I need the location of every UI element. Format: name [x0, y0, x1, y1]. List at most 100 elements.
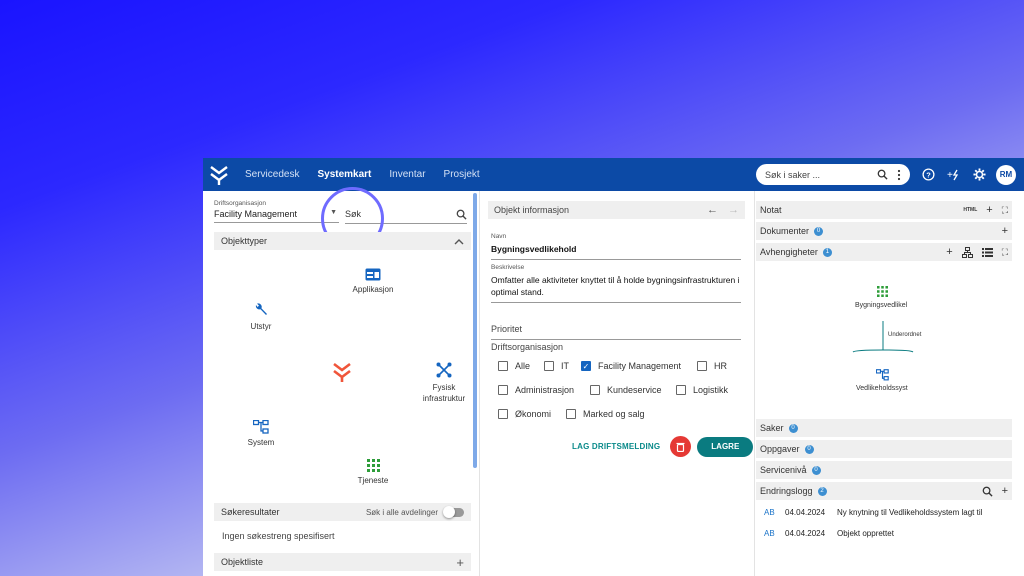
nav-systemkart[interactable]: Systemkart — [317, 169, 371, 180]
log-text: Ny knytning til Vedlikeholdssystem lagt … — [837, 508, 983, 517]
html-icon[interactable]: HTML — [963, 207, 977, 213]
service-node-icon[interactable] — [877, 286, 888, 297]
arrow-forward-icon[interactable]: → — [728, 204, 739, 216]
checkbox-marked-og-salg[interactable]: Marked og salg — [566, 409, 645, 419]
cases-header: Saker 0 — [756, 419, 1012, 437]
arrow-back-icon[interactable]: ← — [707, 204, 718, 216]
add-icon[interactable]: + — [1002, 225, 1008, 237]
add-icon[interactable]: + — [946, 246, 952, 258]
checkbox-label: Facility Management — [598, 361, 682, 371]
log-initials: AB — [764, 508, 775, 517]
search-all-toggle[interactable] — [443, 505, 464, 518]
add-icon[interactable]: + — [1002, 485, 1008, 497]
log-row: AB 04.04.2024 Objekt opprettet — [764, 529, 894, 538]
checkbox-label: Økonomi — [515, 409, 552, 419]
more-vert-icon[interactable] — [894, 169, 904, 181]
log-text: Objekt opprettet — [837, 529, 894, 538]
priority-field[interactable]: Prioritet — [491, 320, 741, 340]
logo-icon[interactable] — [209, 164, 229, 186]
checkbox-it[interactable]: IT — [544, 361, 569, 371]
graph-node-top[interactable]: Bygningsvedlikel — [855, 302, 907, 309]
search-icon[interactable] — [456, 209, 467, 220]
checkbox-box[interactable] — [544, 361, 554, 371]
log-row: AB 04.04.2024 Ny knytning til Vedlikehol… — [764, 508, 982, 517]
dropdown-arrow-icon[interactable]: ▼ — [330, 209, 337, 219]
objecttype-label: System — [247, 438, 275, 447]
no-results-text: Ingen søkestreng spesifisert — [222, 531, 335, 541]
nav-prosjekt[interactable]: Prosjekt — [444, 169, 480, 180]
brand-center-icon — [333, 362, 351, 382]
description-value: Omfatter alle aktiviteter knyttet til å … — [491, 274, 741, 303]
checkbox-administrasjon[interactable]: Administrasjon — [498, 385, 574, 395]
checkbox-okonomi[interactable]: Økonomi — [498, 409, 551, 419]
object-info-header: Objekt informasjon ← → — [488, 201, 745, 219]
tasks-title: Oppgaver — [760, 444, 800, 454]
objectlist-title: Objektliste — [221, 557, 264, 567]
svg-text:+: + — [947, 170, 953, 181]
app-window: Servicedesk Systemkart Inventar Prosjekt… — [203, 158, 1024, 576]
tasks-header: Oppgaver 0 — [756, 440, 1012, 458]
checkbox-alle[interactable]: Alle — [498, 361, 530, 371]
description-field[interactable]: Beskrivelse Omfatter alle aktiviteter kn… — [491, 264, 741, 303]
dependencies-count-badge: 1 — [822, 247, 832, 257]
fullscreen-icon[interactable]: ⛶ — [1002, 247, 1008, 258]
objecttype-application[interactable]: Applikasjon — [348, 268, 398, 294]
delete-button[interactable] — [670, 436, 692, 457]
search-icon[interactable] — [877, 169, 888, 180]
fullscreen-icon[interactable]: ⛶ — [1002, 205, 1008, 216]
objecttype-physical-infrastructure[interactable]: Fysisk infrastruktur — [419, 362, 469, 404]
grid-icon — [366, 459, 380, 472]
checkbox-facility-management[interactable]: ✓ Facility Management — [581, 361, 681, 371]
tree-view-icon[interactable] — [961, 246, 973, 258]
checkmark-icon[interactable]: ✓ — [581, 361, 591, 371]
checkbox-label: HR — [714, 361, 727, 371]
save-button[interactable]: LAGRE — [697, 436, 754, 457]
add-icon[interactable]: + — [456, 555, 464, 570]
object-search-input[interactable]: Søk — [345, 209, 467, 224]
add-link-icon[interactable]: + — [947, 168, 961, 181]
help-icon[interactable]: ? — [922, 168, 935, 181]
chevron-up-icon[interactable] — [454, 238, 464, 245]
org-select-value-row: Facility Management ▼ — [214, 209, 339, 223]
create-incident-button[interactable]: LAG DRIFTSMELDING — [572, 442, 660, 451]
object-search-placeholder: Søk — [345, 209, 362, 219]
dependencies-header: Avhengigheter 1 + ⛶ — [756, 243, 1012, 261]
name-field[interactable]: Navn Bygningsvedlikehold — [491, 233, 741, 260]
search-all-row: Søk i alle avdelinger — [366, 505, 464, 518]
user-avatar[interactable]: RM — [996, 164, 1016, 185]
nav-servicedesk[interactable]: Servicedesk — [245, 169, 299, 180]
list-view-icon[interactable] — [981, 247, 993, 257]
checkbox-box[interactable] — [676, 385, 686, 395]
search-icon[interactable] — [982, 486, 993, 497]
checkbox-box[interactable] — [590, 385, 600, 395]
org-checkbox-label: Driftsorganisasjon — [491, 342, 564, 352]
graph-node-bottom[interactable]: Vedlikeholdssyst — [856, 385, 908, 392]
nav-inventar[interactable]: Inventar — [389, 169, 425, 180]
checkbox-box[interactable] — [498, 361, 508, 371]
notat-title: Notat — [760, 205, 782, 215]
settings-gear-icon[interactable] — [973, 168, 986, 181]
log-initials: AB — [764, 529, 775, 538]
system-node-icon[interactable] — [876, 369, 889, 381]
objecttype-service[interactable]: Tjeneste — [352, 459, 394, 485]
objecttype-equipment[interactable]: Utstyr — [241, 302, 281, 331]
object-info-panel: Objekt informasjon ← → Navn Bygningsvedl… — [480, 191, 755, 576]
left-scrollbar[interactable] — [473, 193, 477, 468]
objecttype-system[interactable]: System — [239, 420, 283, 447]
objecttypes-header[interactable]: Objekttyper — [214, 232, 471, 250]
checkbox-box[interactable] — [566, 409, 576, 419]
checkbox-box[interactable] — [498, 385, 508, 395]
case-search-input[interactable]: Søk i saker ... — [756, 164, 910, 185]
checkbox-kundeservice[interactable]: Kundeservice — [590, 385, 662, 395]
checkbox-logistikk[interactable]: Logistikk — [676, 385, 728, 395]
documents-count-badge: 0 — [814, 226, 824, 236]
checkbox-hr[interactable]: HR — [697, 361, 727, 371]
checkbox-box[interactable] — [498, 409, 508, 419]
description-label: Beskrivelse — [491, 264, 525, 271]
log-date: 04.04.2024 — [785, 508, 826, 517]
org-select[interactable]: Driftsorganisasjon Facility Management ▼ — [214, 200, 339, 223]
trash-icon — [676, 442, 685, 452]
add-icon[interactable]: + — [986, 204, 992, 216]
checkbox-box[interactable] — [697, 361, 707, 371]
right-panel: Notat HTML + ⛶ Dokumenter 0 + Avhengighet… — [755, 191, 1024, 576]
